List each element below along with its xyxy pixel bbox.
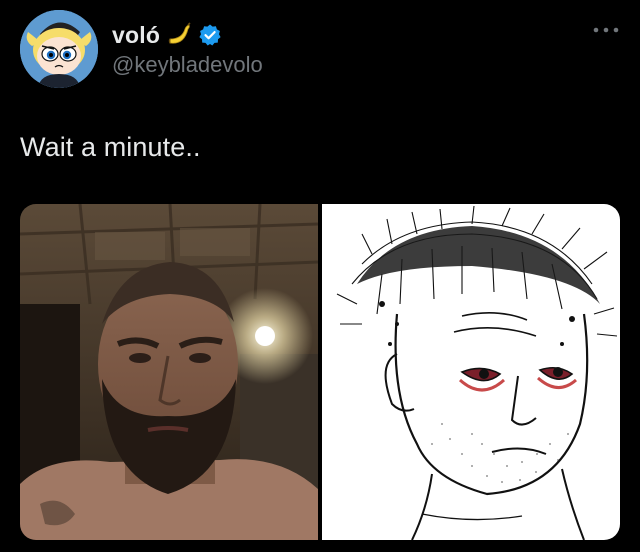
- more-options-button[interactable]: [588, 18, 624, 42]
- banana-icon: [164, 21, 192, 49]
- media-drawing-right[interactable]: [322, 204, 620, 540]
- more-dots-icon: [593, 27, 619, 33]
- powerpuff-avatar-image: [20, 10, 98, 88]
- tweet-text: Wait a minute..: [20, 132, 201, 162]
- media-grid: [20, 204, 620, 540]
- author-name-row[interactable]: voló: [112, 20, 222, 50]
- author-handle[interactable]: @keybladevolo: [112, 52, 263, 78]
- author-display-name[interactable]: voló: [112, 22, 160, 49]
- verified-badge-icon[interactable]: [198, 23, 222, 47]
- media-photo-left[interactable]: [20, 204, 318, 540]
- bearded-man-photo: [20, 204, 318, 540]
- wojak-drawing: [322, 204, 620, 540]
- tweet: voló @keybladevolo Wait a minute..: [0, 0, 640, 552]
- avatar[interactable]: [20, 10, 98, 88]
